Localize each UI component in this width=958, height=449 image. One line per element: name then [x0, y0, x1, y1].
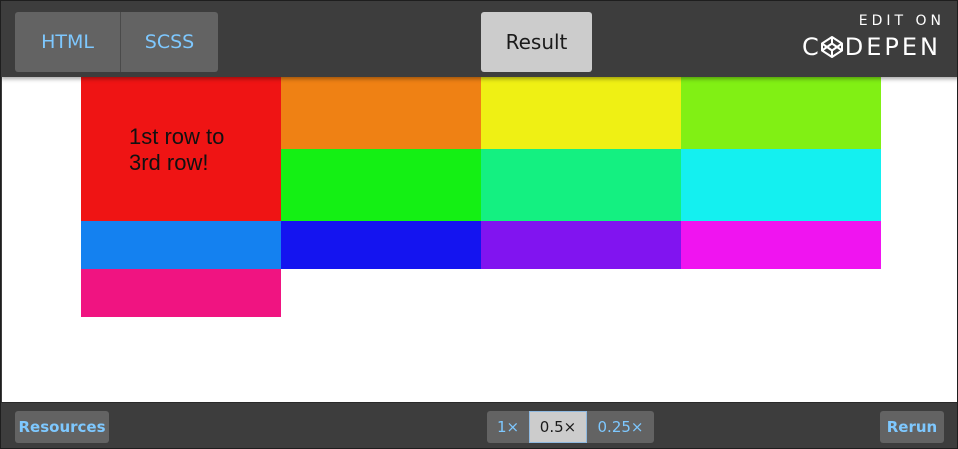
grid-cell-magenta [681, 221, 881, 269]
codepen-cube-icon [820, 36, 843, 58]
grid-cell-cyan [681, 149, 881, 221]
result-preview: 1st row to 3rd row! [2, 77, 957, 402]
grid-cell-spring-green [481, 149, 681, 221]
zoom-1x-button[interactable]: 1× [487, 411, 529, 443]
grid-cell-yellow [481, 77, 681, 149]
editor-tab-group: HTML SCSS [15, 12, 218, 72]
wordmark-first-letter: C [802, 33, 820, 61]
tab-html[interactable]: HTML [15, 12, 121, 72]
wordmark-rest: DEPEN [844, 33, 941, 61]
codepen-embed: HTML SCSS Result EDIT ON C DEPEN 1st row… [0, 0, 958, 449]
rerun-button[interactable]: Rerun [880, 411, 944, 443]
grid-cell-violet [481, 221, 681, 269]
tab-result[interactable]: Result [481, 12, 592, 72]
edit-on-label: EDIT ON [858, 13, 945, 29]
grid-cell-lime [681, 77, 881, 149]
resources-button[interactable]: Resources [15, 411, 109, 443]
editor-header: HTML SCSS Result EDIT ON C DEPEN [1, 1, 957, 77]
tab-scss[interactable]: SCSS [121, 12, 218, 72]
zoom-0-25x-button[interactable]: 0.25× [587, 411, 654, 443]
edit-on-codepen-link[interactable]: EDIT ON C DEPEN [791, 13, 941, 63]
grid-cell-label: 1st row to 3rd row! [129, 124, 225, 175]
grid-cell-orange [281, 77, 481, 149]
grid-cell-red: 1st row to 3rd row! [81, 77, 281, 221]
zoom-control: 1× 0.5× 0.25× [487, 411, 654, 443]
grid-cell-azure [81, 221, 281, 269]
grid-cell-blue [281, 221, 481, 269]
grid-cell-green [281, 149, 481, 221]
editor-footer: Resources 1× 0.5× 0.25× Rerun [1, 402, 957, 448]
grid-cell-rose [81, 269, 281, 317]
codepen-wordmark: C DEPEN [791, 33, 941, 61]
zoom-0-5x-button[interactable]: 0.5× [529, 411, 587, 443]
